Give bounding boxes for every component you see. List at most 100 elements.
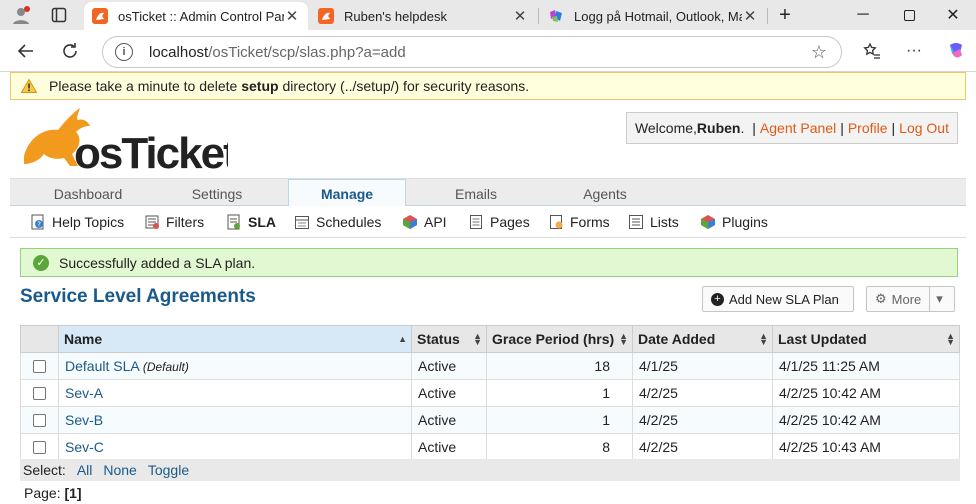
- status-column-header[interactable]: Status ▲ ▼: [411, 325, 487, 353]
- add-sla-plan-button[interactable]: + Add New SLA Plan: [702, 286, 854, 312]
- close-tab-icon[interactable]: ✕: [742, 7, 758, 25]
- forms-icon: [550, 215, 563, 229]
- browser-tab-bar: osTicket :: Admin Control Panel ✕ Ruben'…: [0, 0, 976, 30]
- schedules-icon: [295, 216, 309, 229]
- name-column-header[interactable]: Name ▲: [58, 325, 412, 353]
- status-cell: Active: [411, 406, 487, 434]
- reload-icon[interactable]: [56, 37, 84, 65]
- last-updated-cell: 4/2/25 10:42 AM: [772, 406, 960, 434]
- subnav-filters[interactable]: Filters: [144, 212, 204, 232]
- grace-cell: 18: [486, 352, 633, 380]
- sort-icon: ▲ ▼: [473, 331, 482, 347]
- welcome-box: Welcome, Ruben. | Agent Panel | Profile …: [625, 112, 958, 144]
- date-added-cell: 4/1/25: [632, 352, 773, 380]
- tab-title: Logg på Hotmail, Outlook, Mai: [574, 8, 742, 24]
- sla-name-link[interactable]: Sev-C: [65, 439, 104, 455]
- sla-name-link[interactable]: Sev-A: [65, 385, 103, 401]
- select-none-link[interactable]: None: [103, 462, 136, 478]
- tab-title: osTicket :: Admin Control Panel: [118, 8, 284, 24]
- address-bar[interactable]: i localhost/osTicket/scp/slas.php?a=add …: [102, 36, 842, 68]
- tab-dashboard[interactable]: Dashboard: [24, 180, 152, 207]
- favorite-star-icon[interactable]: ☆: [811, 42, 827, 63]
- minimize-icon[interactable]: ─: [840, 0, 886, 30]
- tab-settings[interactable]: Settings: [152, 180, 282, 207]
- sla-icon: [227, 214, 240, 230]
- tab-agents[interactable]: Agents: [540, 180, 670, 207]
- chevron-down-icon[interactable]: ▾: [929, 287, 943, 311]
- date-added-column-header[interactable]: Date Added ▲ ▼: [632, 325, 773, 353]
- subnav-api[interactable]: API: [402, 212, 447, 232]
- favorites-icon[interactable]: [858, 37, 886, 65]
- svg-text:?: ?: [37, 221, 41, 229]
- last-updated-cell: 4/2/25 10:42 AM: [772, 379, 960, 407]
- username: Ruben: [696, 120, 741, 136]
- success-notice: ✓ Successfully added a SLA plan.: [20, 248, 958, 277]
- table-row: Sev-A Active 1 4/2/25 4/2/25 10:42 AM: [20, 379, 960, 407]
- copilot-icon[interactable]: [942, 37, 970, 65]
- current-page[interactable]: [1]: [64, 485, 81, 501]
- table-row: Sev-C Active 8 4/2/25 4/2/25 10:43 AM: [20, 433, 960, 461]
- row-checkbox[interactable]: [33, 440, 46, 454]
- select-toggle-link[interactable]: Toggle: [148, 462, 189, 478]
- filters-icon: [145, 215, 159, 229]
- subnav-plugins[interactable]: Plugins: [700, 212, 768, 232]
- subnav-pages[interactable]: Pages: [468, 212, 530, 232]
- main-nav: Dashboard Settings Manage Emails Agents: [10, 178, 966, 207]
- browser-tab-helpdesk[interactable]: Ruben's helpdesk ✕: [310, 2, 536, 30]
- row-checkbox[interactable]: [33, 413, 46, 427]
- browser-toolbar: i localhost/osTicket/scp/slas.php?a=add …: [0, 30, 976, 72]
- row-checkbox[interactable]: [33, 386, 46, 400]
- tab-actions-icon[interactable]: [48, 4, 70, 26]
- sort-icon: ▲ ▼: [619, 331, 628, 347]
- settings-menu-icon[interactable]: ···: [900, 37, 928, 65]
- sla-name-link[interactable]: Default SLA: [65, 358, 139, 374]
- site-info-icon[interactable]: i: [115, 43, 133, 61]
- sla-name-link[interactable]: Sev-B: [65, 412, 103, 428]
- new-tab-button[interactable]: +: [762, 0, 808, 30]
- plugins-icon: [701, 215, 715, 229]
- warning-text: Please take a minute to delete setup dir…: [49, 78, 530, 94]
- osticket-logo[interactable]: osTicket: [18, 104, 228, 174]
- close-tab-icon[interactable]: ✕: [512, 7, 528, 25]
- sort-icon: ▲ ▼: [759, 331, 768, 347]
- outlook-favicon-icon: [548, 8, 564, 24]
- subnav-lists[interactable]: Lists: [628, 212, 679, 232]
- sub-nav: ? Help Topics Filters SLA Schedules API …: [10, 206, 966, 238]
- tab-emails[interactable]: Emails: [412, 180, 540, 207]
- table-header-row: Name ▲ Status ▲ ▼ Grace Period (hrs) ▲ ▼ Date…: [20, 325, 960, 353]
- row-checkbox[interactable]: [33, 359, 46, 373]
- date-added-cell: 4/2/25: [632, 406, 773, 434]
- subnav-help-topics[interactable]: ? Help Topics: [30, 212, 124, 232]
- help-topics-icon: ?: [31, 214, 44, 230]
- grace-cell: 1: [486, 379, 633, 407]
- logout-link[interactable]: Log Out: [899, 120, 949, 136]
- close-tab-icon[interactable]: ✕: [284, 7, 300, 25]
- close-window-icon[interactable]: ✕: [930, 0, 976, 30]
- profile-icon[interactable]: [10, 4, 32, 26]
- more-button[interactable]: ⚙ More ▾: [866, 286, 955, 312]
- select-all-link[interactable]: All: [77, 462, 93, 478]
- sla-table: Name ▲ Status ▲ ▼ Grace Period (hrs) ▲ ▼ Date…: [20, 325, 960, 461]
- last-updated-cell: 4/1/25 11:25 AM: [772, 352, 960, 380]
- back-icon[interactable]: [12, 37, 40, 65]
- warning-icon: [21, 79, 37, 93]
- subnav-forms[interactable]: Forms: [548, 212, 610, 232]
- osticket-favicon-icon: [92, 8, 108, 24]
- subnav-schedules[interactable]: Schedules: [294, 212, 381, 232]
- grace-cell: 8: [486, 433, 633, 461]
- osticket-favicon-icon: [318, 8, 334, 24]
- subnav-sla[interactable]: SLA: [226, 212, 276, 232]
- date-added-cell: 4/2/25: [632, 379, 773, 407]
- agent-panel-link[interactable]: Agent Panel: [760, 120, 836, 136]
- grace-column-header[interactable]: Grace Period (hrs) ▲ ▼: [486, 325, 633, 353]
- maximize-icon[interactable]: [886, 0, 932, 30]
- profile-link[interactable]: Profile: [848, 120, 888, 136]
- browser-tab-hotmail[interactable]: Logg på Hotmail, Outlook, Mai ✕: [540, 2, 766, 30]
- status-cell: Active: [411, 352, 487, 380]
- last-updated-column-header[interactable]: Last Updated ▲ ▼: [772, 325, 960, 353]
- site-header: osTicket Welcome, Ruben. | Agent Panel |…: [10, 100, 966, 178]
- tab-manage[interactable]: Manage: [288, 179, 406, 207]
- browser-tab-admin[interactable]: osTicket :: Admin Control Panel ✕: [84, 2, 308, 30]
- page-title: Service Level Agreements: [20, 286, 256, 307]
- date-added-cell: 4/2/25: [632, 433, 773, 461]
